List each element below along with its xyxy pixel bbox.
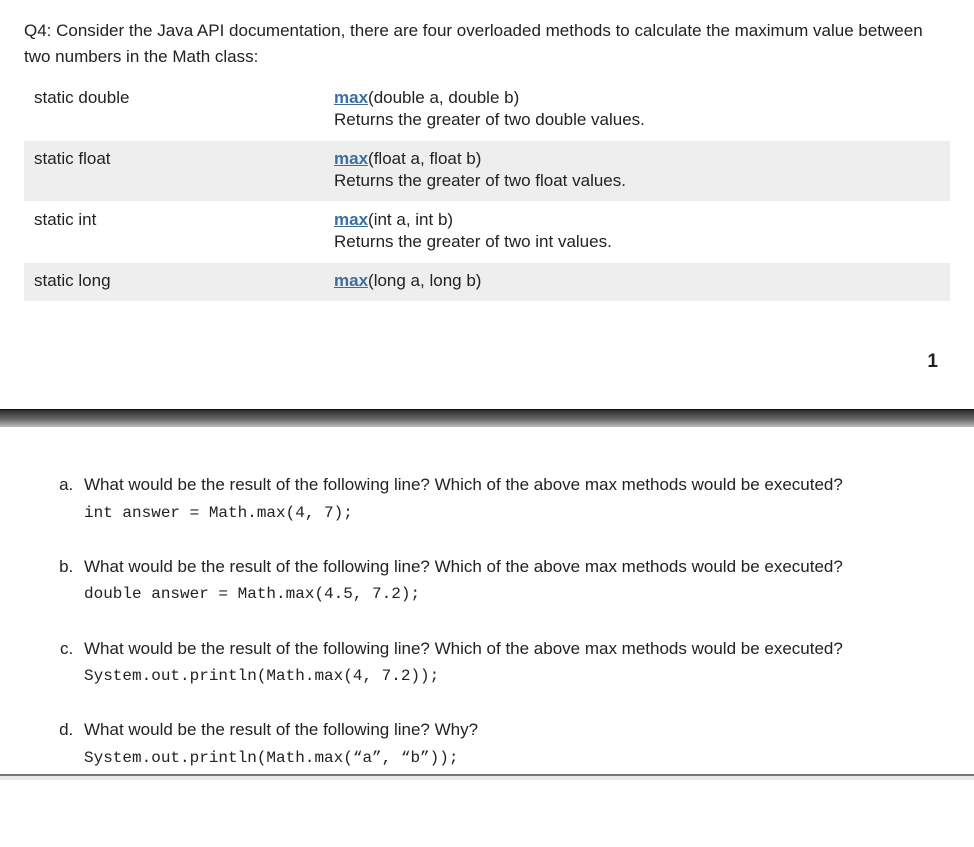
api-method-link[interactable]: max xyxy=(334,149,368,168)
page-number: 1 xyxy=(0,301,974,409)
subquestion-code: double answer = Math.max(4.5, 7.2); xyxy=(84,583,950,606)
api-signature-cell: max(int a, int b) Returns the greater of … xyxy=(324,202,950,263)
page-upper: Q4: Consider the Java API documentation,… xyxy=(0,0,974,301)
subquestion-prompt: What would be the result of the followin… xyxy=(84,555,950,580)
subquestion-item: What would be the result of the followin… xyxy=(78,555,950,607)
api-row: static int max(int a, int b) Returns the g… xyxy=(24,202,950,263)
page-lower: What would be the result of the followin… xyxy=(0,427,974,770)
subquestion-item: What would be the result of the followin… xyxy=(78,637,950,689)
api-method-desc: Returns the greater of two int values. xyxy=(334,232,940,252)
question-text: Q4: Consider the Java API documentation,… xyxy=(24,18,950,69)
subquestion-code: System.out.println(Math.max(4, 7.2)); xyxy=(84,665,950,688)
subquestion-prompt: What would be the result of the followin… xyxy=(84,637,950,662)
subquestion-item: What would be the result of the followin… xyxy=(78,473,950,525)
subquestion-prompt: What would be the result of the followin… xyxy=(84,473,950,498)
api-modifier: static long xyxy=(24,263,324,302)
api-signature-cell: max(double a, double b) Returns the great… xyxy=(324,80,950,141)
bottom-shadow xyxy=(0,776,974,780)
subquestion-list: What would be the result of the followin… xyxy=(24,473,950,770)
api-modifier: static int xyxy=(24,202,324,263)
api-row: static double max(double a, double b) Retu… xyxy=(24,80,950,141)
api-method-link[interactable]: max xyxy=(334,210,368,229)
api-signature-cell: max(float a, float b) Returns the greater… xyxy=(324,141,950,202)
api-method-desc: Returns the greater of two float values. xyxy=(334,171,940,191)
api-modifier: static float xyxy=(24,141,324,202)
api-method-desc: Returns the greater of two double values… xyxy=(334,110,940,130)
subquestion-item: What would be the result of the followin… xyxy=(78,718,950,770)
subquestion-code: System.out.println(Math.max(“a”, “b”)); xyxy=(84,747,950,770)
api-row: static float max(float a, float b) Returns… xyxy=(24,141,950,202)
api-method-params: (long a, long b) xyxy=(368,271,481,290)
api-method-params: (float a, float b) xyxy=(368,149,481,168)
subquestion-prompt: What would be the result of the followin… xyxy=(84,718,950,743)
api-modifier: static double xyxy=(24,80,324,141)
api-method-params: (int a, int b) xyxy=(368,210,453,229)
page-separator xyxy=(0,409,974,427)
api-method-link[interactable]: max xyxy=(334,88,368,107)
api-table: static doublemax(double a, double b)Retu… xyxy=(24,79,950,301)
api-signature-cell: max(long a, long b) xyxy=(324,263,950,302)
subquestion-code: int answer = Math.max(4, 7); xyxy=(84,502,950,525)
api-method-params: (double a, double b) xyxy=(368,88,519,107)
api-row: static longmax(long a, long b) xyxy=(24,263,950,302)
api-method-link[interactable]: max xyxy=(334,271,368,290)
